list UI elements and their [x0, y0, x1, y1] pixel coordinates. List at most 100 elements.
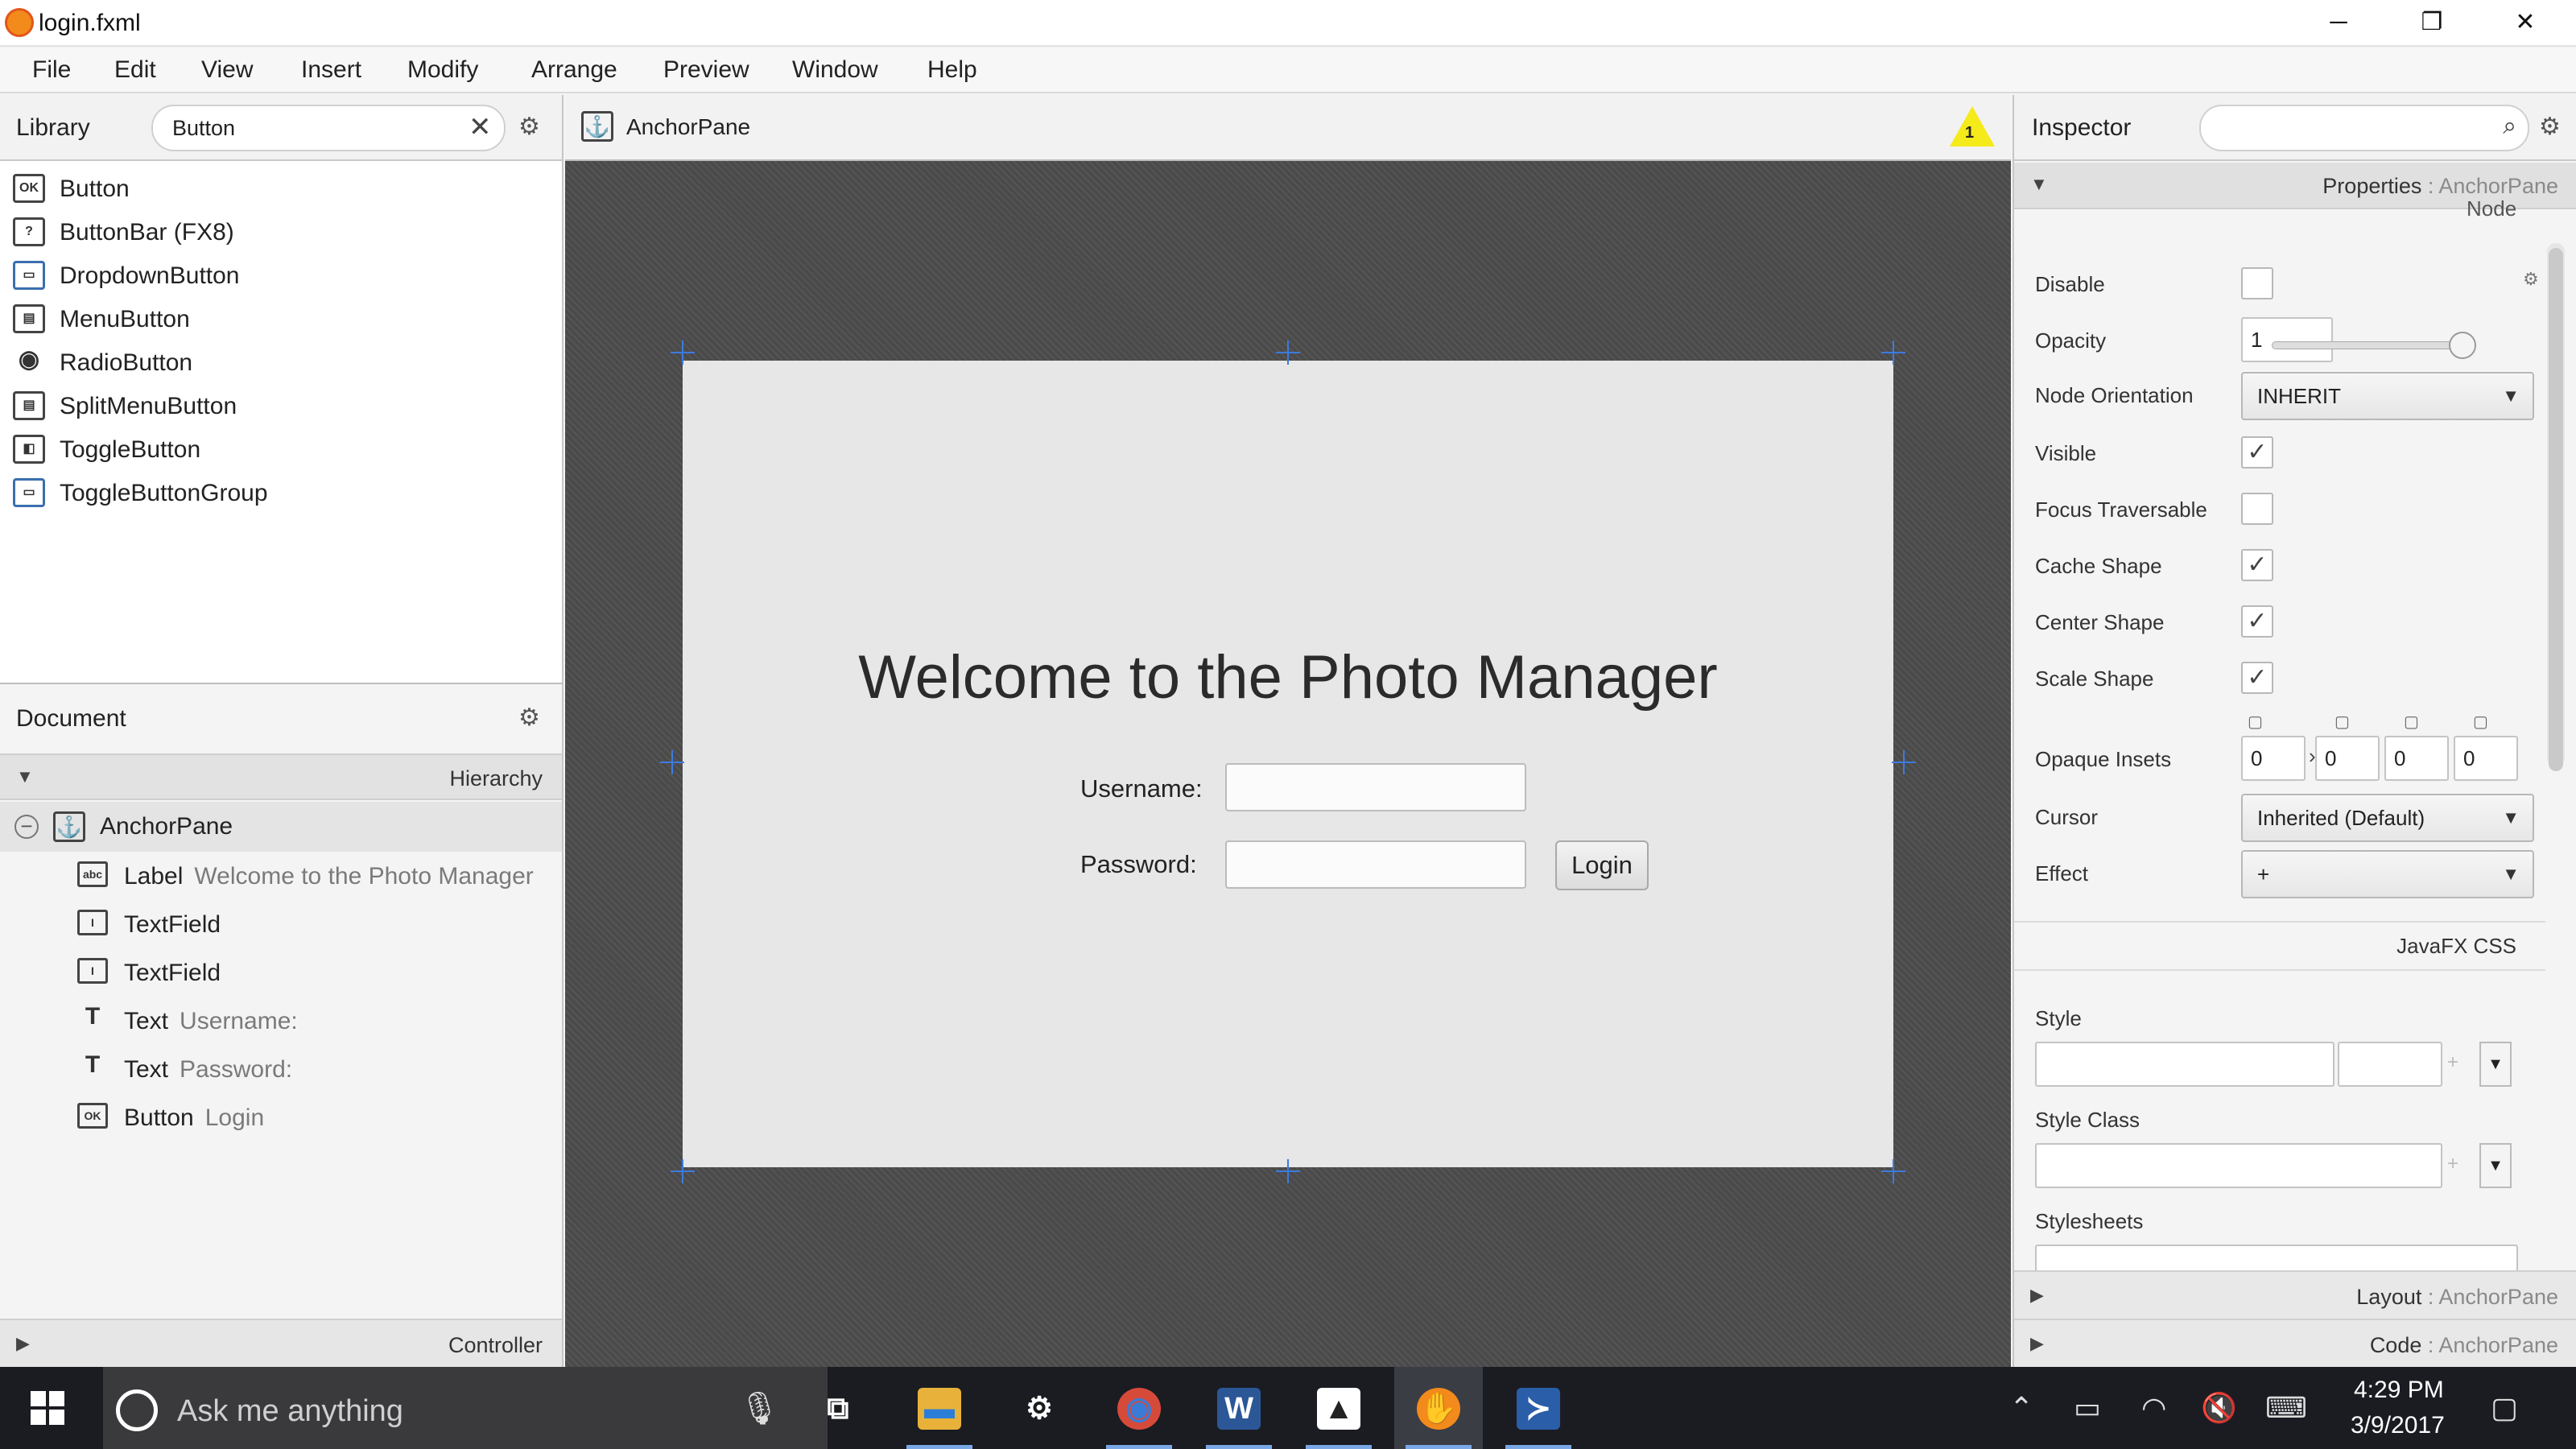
- tree-node-button-login[interactable]: OK Button Login: [77, 1095, 560, 1140]
- collapse-triangle-icon[interactable]: ▼: [16, 766, 34, 787]
- opacity-slider-thumb[interactable]: [2449, 332, 2476, 359]
- style-dropdown-button[interactable]: ▼: [2479, 1042, 2512, 1087]
- expand-triangle-icon[interactable]: ▶: [16, 1333, 30, 1354]
- center-shape-checkbox[interactable]: ✓: [2241, 605, 2273, 638]
- minimize-button[interactable]: ─: [2294, 0, 2383, 45]
- menu-preview[interactable]: Preview: [663, 56, 749, 84]
- style-class-dropdown-button[interactable]: ▼: [2479, 1143, 2512, 1188]
- library-item-togglebuttongroup[interactable]: ▭ ToggleButtonGroup: [13, 473, 544, 515]
- layout-section-header[interactable]: ▶ Layout : AnchorPane: [2014, 1270, 2576, 1319]
- welcome-label[interactable]: Welcome to the Photo Manager: [683, 642, 1893, 712]
- library-search-input[interactable]: Button ✕: [151, 105, 506, 151]
- username-label[interactable]: Username:: [1080, 774, 1203, 803]
- tree-node-text-username[interactable]: T Text Username:: [77, 998, 560, 1043]
- cursor-dropdown[interactable]: Inherited (Default) ▼: [2241, 794, 2534, 842]
- microphone-icon[interactable]: 🎙: [739, 1389, 780, 1427]
- menu-window[interactable]: Window: [792, 56, 878, 84]
- clear-search-icon[interactable]: ✕: [469, 111, 492, 143]
- resize-handle-top-right[interactable]: [1881, 341, 1905, 365]
- username-field[interactable]: [1225, 763, 1526, 811]
- password-field[interactable]: [1225, 840, 1526, 889]
- opacity-slider-track[interactable]: [2272, 341, 2457, 349]
- menu-file[interactable]: File: [32, 56, 71, 84]
- scene-builder-button[interactable]: ✋: [1394, 1367, 1483, 1449]
- wifi-icon[interactable]: ◠: [2141, 1391, 2166, 1425]
- windows-start-icon[interactable]: [31, 1391, 64, 1425]
- password-label[interactable]: Password:: [1080, 850, 1197, 879]
- inset-right-field[interactable]: 0: [2315, 736, 2380, 781]
- settings-button[interactable]: ⚙: [995, 1367, 1084, 1449]
- battery-icon[interactable]: ▭: [2074, 1391, 2101, 1425]
- photos-button[interactable]: ▲: [1294, 1367, 1383, 1449]
- resize-handle-left[interactable]: [660, 750, 684, 774]
- inspector-gear-icon[interactable]: ⚙: [2539, 113, 2561, 141]
- scale-shape-checkbox[interactable]: ✓: [2241, 662, 2273, 694]
- expand-triangle-icon[interactable]: ▶: [2030, 1285, 2044, 1306]
- restore-button[interactable]: ❐: [2388, 0, 2476, 45]
- inset-top-field[interactable]: 0: [2241, 736, 2306, 781]
- collapse-triangle-icon[interactable]: ▼: [2030, 174, 2048, 195]
- chevron-up-icon[interactable]: ⌃: [2009, 1391, 2033, 1425]
- style-value-field[interactable]: [2338, 1042, 2442, 1087]
- focus-traversable-checkbox[interactable]: [2241, 493, 2273, 525]
- library-item-menubutton[interactable]: ▤ MenuButton: [13, 299, 544, 341]
- resize-handle-top[interactable]: [1276, 341, 1300, 365]
- collapse-node-icon[interactable]: −: [14, 815, 39, 839]
- tree-node-label-welcome[interactable]: abc Label Welcome to the Photo Manager: [77, 853, 560, 898]
- menu-edit[interactable]: Edit: [114, 56, 156, 84]
- inspector-search-input[interactable]: ⌕: [2199, 105, 2529, 151]
- action-center-icon[interactable]: ▢: [2491, 1391, 2518, 1425]
- resize-handle-right[interactable]: [1892, 750, 1916, 774]
- menu-insert[interactable]: Insert: [301, 56, 361, 84]
- opacity-field[interactable]: 1: [2241, 317, 2333, 362]
- inset-left-field[interactable]: 0: [2454, 736, 2518, 781]
- powershell-button[interactable]: ≻: [1494, 1367, 1583, 1449]
- library-gear-icon[interactable]: ⚙: [518, 113, 540, 141]
- keyboard-icon[interactable]: ⌨: [2265, 1391, 2307, 1425]
- library-item-togglebutton[interactable]: ◧ ToggleButton: [13, 430, 544, 472]
- library-item-button[interactable]: OK Button: [13, 169, 544, 211]
- volume-muted-icon[interactable]: 🔇: [2201, 1391, 2237, 1425]
- hierarchy-section-header[interactable]: ▼ Hierarchy: [0, 753, 562, 800]
- code-section-header[interactable]: ▶ Code : AnchorPane: [2014, 1319, 2576, 1367]
- style-class-field[interactable]: [2035, 1143, 2442, 1188]
- tree-node-textfield-1[interactable]: I TextField: [77, 902, 560, 947]
- add-style-class-button[interactable]: +: [2447, 1153, 2458, 1175]
- tree-node-text-password[interactable]: T Text Password:: [77, 1046, 560, 1092]
- menu-view[interactable]: View: [201, 56, 253, 84]
- resize-handle-bottom-left[interactable]: [671, 1159, 695, 1183]
- library-item-dropdownbutton[interactable]: ▭ DropdownButton: [13, 256, 544, 298]
- style-property-field[interactable]: [2035, 1042, 2334, 1087]
- tree-node-textfield-2[interactable]: I TextField: [77, 950, 560, 995]
- clock-date[interactable]: 3/9/2017: [2351, 1412, 2445, 1439]
- library-item-buttonbar[interactable]: ? ButtonBar (FX8): [13, 213, 544, 254]
- chrome-button[interactable]: ◉: [1095, 1367, 1183, 1449]
- close-button[interactable]: ✕: [2481, 0, 2570, 45]
- tree-node-anchorpane[interactable]: − ⚓ AnchorPane: [0, 802, 562, 852]
- menu-arrange[interactable]: Arrange: [531, 56, 617, 84]
- clock-time[interactable]: 4:29 PM: [2354, 1377, 2444, 1404]
- visible-checkbox[interactable]: ✓: [2241, 436, 2273, 469]
- breadcrumb[interactable]: AnchorPane: [626, 114, 750, 140]
- login-button[interactable]: Login: [1555, 840, 1649, 890]
- expand-triangle-icon[interactable]: ▶: [2030, 1333, 2044, 1354]
- resize-handle-bottom[interactable]: [1276, 1159, 1300, 1183]
- library-item-radiobutton[interactable]: ◉ RadioButton: [13, 343, 544, 385]
- controller-section-header[interactable]: ▶ Controller: [0, 1319, 562, 1367]
- library-item-splitmenubutton[interactable]: ▤ SplitMenuButton: [13, 386, 544, 428]
- menu-modify[interactable]: Modify: [407, 56, 478, 84]
- node-orientation-dropdown[interactable]: INHERIT ▼: [2241, 372, 2534, 420]
- inset-bottom-field[interactable]: 0: [2384, 736, 2449, 781]
- anchor-pane-preview[interactable]: Welcome to the Photo Manager Username: P…: [683, 361, 1893, 1167]
- cortana-search-box[interactable]: Ask me anything 🎙: [103, 1367, 828, 1449]
- resize-handle-bottom-right[interactable]: [1881, 1159, 1905, 1183]
- file-explorer-button[interactable]: ▬: [895, 1367, 984, 1449]
- task-view-button[interactable]: ⧉: [794, 1367, 882, 1449]
- cache-shape-checkbox[interactable]: ✓: [2241, 549, 2273, 581]
- effect-dropdown[interactable]: + ▼: [2241, 850, 2534, 898]
- menu-help[interactable]: Help: [927, 56, 977, 84]
- inspector-scrollbar-thumb[interactable]: [2549, 248, 2563, 771]
- document-gear-icon[interactable]: ⚙: [518, 704, 540, 732]
- disable-checkbox[interactable]: [2241, 267, 2273, 299]
- word-button[interactable]: W: [1195, 1367, 1283, 1449]
